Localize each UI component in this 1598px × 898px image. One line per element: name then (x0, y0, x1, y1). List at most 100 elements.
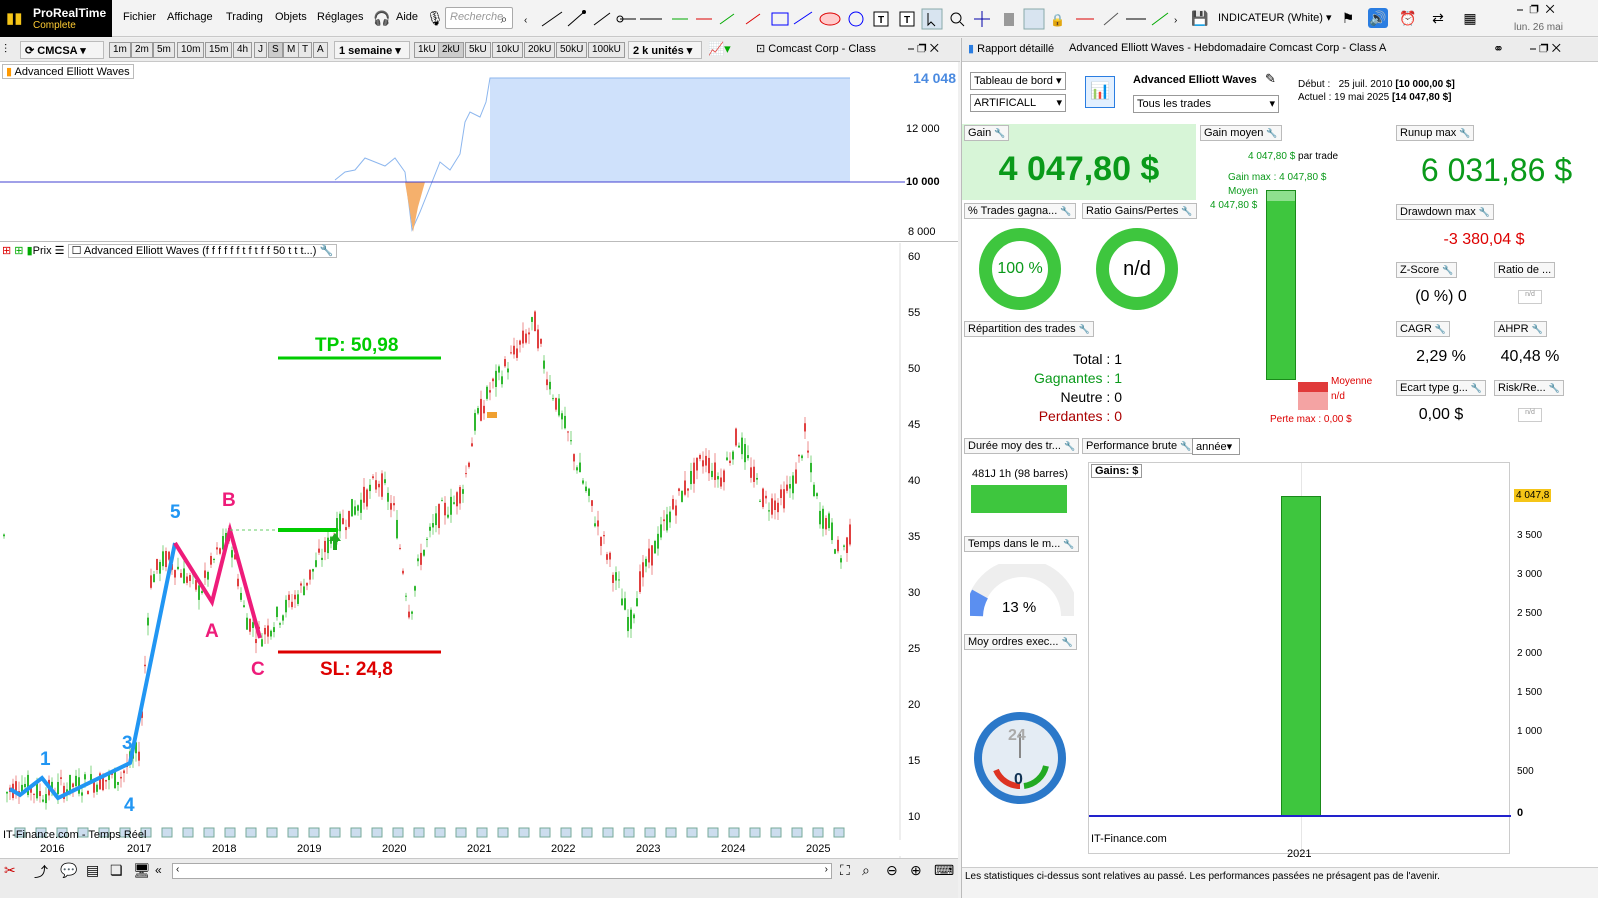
tf-15m[interactable]: 15m (205, 42, 233, 58)
unit-2ku[interactable]: 2kU (438, 42, 464, 58)
perf-header[interactable]: Performance brute 🔧 (1082, 438, 1196, 454)
report-icon: ▮ (968, 43, 975, 55)
zoom-fit-icon[interactable]: ⛶ (840, 862, 850, 879)
std-header-text: Ecart type g... (1400, 382, 1468, 394)
report-window-controls[interactable]: ⎯ ❐ ✕ (1530, 41, 1561, 56)
chart-window-controls[interactable]: ⎯ ❐ ✕ (908, 41, 939, 56)
menu-objets[interactable]: Objets (275, 11, 307, 23)
window-controls[interactable]: ⎯ ❐ ✕ (1517, 2, 1555, 17)
tf-10m[interactable]: 10m (177, 42, 205, 58)
unit-100ku[interactable]: 100kU (588, 42, 625, 58)
runup-card: Runup max 🔧 6 031,86 $ (1394, 124, 1598, 204)
tab-strategy[interactable]: Advanced Elliott Waves - Hebdomadaire (1069, 42, 1266, 54)
tf-4h[interactable]: 4h (233, 42, 253, 58)
alert-icon[interactable]: ⏰ (1398, 8, 1418, 28)
candle (822, 508, 824, 529)
tf-2m[interactable]: 2m (131, 42, 153, 58)
calendar-event-icon (791, 827, 803, 838)
riskre-header[interactable]: Risk/Re... 🔧 (1494, 380, 1564, 396)
candle (450, 496, 452, 515)
tf-5m[interactable]: 5m (153, 42, 175, 58)
horizontal-scrollbar[interactable]: ‹ › (172, 863, 832, 879)
candle (201, 591, 203, 594)
tf-a[interactable]: A (313, 42, 328, 58)
cagr-header[interactable]: CAGR 🔧 (1396, 321, 1450, 337)
screen-icon[interactable]: 🖥 (133, 862, 151, 879)
flag-icon[interactable]: ⚑ (1338, 8, 1358, 28)
edit-icon[interactable]: ✎ (1265, 71, 1276, 87)
save-icon[interactable]: 💾 (1190, 8, 1210, 28)
tab-rapport[interactable]: ▮ Rapport détaillé (968, 42, 1054, 55)
headset-icon[interactable]: 🎧 (372, 8, 392, 28)
unit-1ku[interactable]: 1kU (414, 42, 440, 58)
temps-header[interactable]: Temps dans le m... 🔧 (964, 536, 1079, 552)
unit-50ku[interactable]: 50kU (556, 42, 588, 58)
grid-icon[interactable]: ▦ (1460, 8, 1480, 28)
perf-period-select[interactable]: année▾ (1192, 438, 1240, 455)
symbol-dropdown[interactable]: ⟳ CMCSA ▾ (20, 41, 104, 59)
sync-icon[interactable]: ⇄ (1428, 8, 1448, 28)
zoom-in-icon[interactable]: ⊕ (910, 862, 922, 879)
tab-rapport-label: Rapport détaillé (977, 43, 1055, 55)
copy-icon[interactable]: ❏ (110, 862, 123, 879)
period-dropdown[interactable]: 1 semaine ▾ (334, 41, 410, 59)
dashboard-select[interactable]: Tableau de bord ▾ (970, 72, 1066, 90)
candle (777, 502, 779, 513)
comment-icon[interactable]: 💬 (60, 862, 77, 879)
tf-s[interactable]: S (268, 42, 283, 58)
calendar-event-icon (749, 827, 761, 838)
tf-m[interactable]: M (283, 42, 300, 58)
unit-20ku[interactable]: 20kU (524, 42, 556, 58)
share-icon[interactable]: ⤴ (34, 862, 48, 882)
tf-j[interactable]: J (254, 42, 267, 58)
menu-reglages[interactable]: Réglages (317, 11, 363, 23)
duree-value: 481J 1h (98 barres) (972, 468, 1068, 480)
tools-icon[interactable]: ✂ (4, 862, 16, 879)
tf-t[interactable]: T (298, 42, 313, 58)
zoom-out-icon[interactable]: ⊖ (886, 862, 898, 879)
tf-1m[interactable]: 1m (109, 42, 131, 58)
runup-header[interactable]: Runup max 🔧 (1396, 125, 1475, 141)
zscore-header[interactable]: Z-Score 🔧 (1396, 262, 1458, 278)
strategy-icon[interactable]: 📊 (1085, 76, 1115, 108)
ahpr-header[interactable]: AHPR 🔧 (1494, 321, 1547, 337)
units-dropdown[interactable]: 2 k unités ▾ (628, 41, 702, 59)
chart-type-icon[interactable]: ⫶ (4, 42, 7, 57)
menu-trading[interactable]: Trading (226, 11, 263, 23)
indicator-icon[interactable]: 📈▾ (708, 41, 731, 57)
keyboard-icon[interactable]: ⌨ (934, 862, 954, 879)
duree-header[interactable]: Durée moy des tr... 🔧 (964, 438, 1080, 454)
win-pct-header[interactable]: % Trades gagna... 🔧 (964, 203, 1076, 219)
search-icon[interactable]: ⌕ (494, 9, 514, 29)
account-select[interactable]: ARTIFICALL ▾ (970, 94, 1066, 112)
ratio-gp-header[interactable]: Ratio Gains/Pertes 🔧 (1082, 203, 1197, 219)
zoom-reset-icon[interactable]: ⌕ (862, 862, 870, 879)
menu-affichage[interactable]: Affichage (167, 11, 213, 23)
avg-gain-header[interactable]: Gain moyen 🔧 (1200, 125, 1282, 141)
table-icon[interactable]: ▤ (86, 862, 99, 879)
menu-aide[interactable]: Aide (396, 11, 418, 23)
microphone-icon[interactable]: 🎙 (425, 8, 445, 28)
trades-filter-select[interactable]: Tous les trades ▾ (1133, 95, 1279, 113)
scroll-left-far-icon[interactable]: « (155, 863, 162, 877)
wrench-icon: 🔧 (994, 128, 1006, 138)
share-report-icon[interactable]: ⚭ (1493, 41, 1504, 57)
indicator-dropdown[interactable]: INDICATEUR (White) ▾ (1218, 11, 1332, 24)
std-header[interactable]: Ecart type g... 🔧 (1396, 380, 1487, 396)
chart-bottom-bar: ✂ ⤴ 💬 ▤ ❏ 🖥 « ‹ › ⛶ ⌕ ⊖ ⊕ ⌨ (0, 858, 958, 898)
menu-fichier[interactable]: Fichier (123, 11, 156, 23)
drawing-tools[interactable]: ‹ T T 🔒 › (520, 8, 1185, 30)
zoom-icon (950, 12, 962, 24)
candle (498, 366, 500, 373)
ratio-de-header[interactable]: Ratio de ... (1494, 262, 1556, 278)
tab-instrument[interactable]: Comcast Corp - Class A (1269, 42, 1386, 54)
candle (702, 460, 704, 467)
segment-tool-icon (593, 12, 611, 26)
repartition-header[interactable]: Répartition des trades 🔧 (964, 321, 1094, 337)
unit-10ku[interactable]: 10kU (492, 42, 524, 58)
gain-header[interactable]: Gain 🔧 (964, 125, 1010, 141)
unit-5ku[interactable]: 5kU (465, 42, 491, 58)
sound-icon[interactable]: 🔊 (1368, 8, 1388, 28)
moy-ordres-header[interactable]: Moy ordres exec... 🔧 (964, 634, 1077, 650)
drawdown-header[interactable]: Drawdown max 🔧 (1396, 204, 1495, 220)
